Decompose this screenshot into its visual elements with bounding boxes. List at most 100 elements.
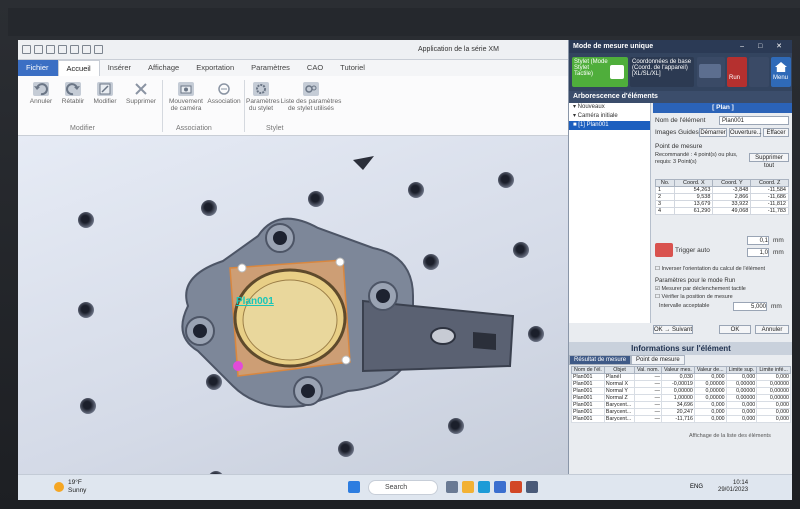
element-properties: [ Plan ] Nom de l'élément Plan001 Images… bbox=[653, 103, 792, 334]
touch-checkbox[interactable]: ☑ Mesurer par déclenchement tactile bbox=[655, 286, 746, 292]
cell: Plan001 bbox=[571, 387, 605, 395]
table-row[interactable]: 3 13,679 33,922 -11,812 bbox=[654, 200, 789, 208]
cell: 0,00000 bbox=[756, 380, 791, 388]
save-icon[interactable] bbox=[46, 45, 55, 54]
run-button[interactable]: Run bbox=[727, 57, 747, 87]
table-row[interactable]: 2 9,538 2,866 -11,686 bbox=[654, 193, 789, 201]
table-row[interactable]: Plan001 PlanéI —0,030 0,000 0,000 0,000 bbox=[571, 373, 791, 381]
table-row[interactable]: Plan001 Normal Y —0,00000 0,00000 0,00000 0,0… bbox=[571, 387, 791, 395]
tab-fichier[interactable]: Fichier bbox=[18, 60, 58, 76]
spec-field-1[interactable]: 0,1 bbox=[747, 236, 769, 245]
open-icon[interactable] bbox=[34, 45, 43, 54]
table-row[interactable]: Plan001 Barycent... — -11,716 0,000 0,000 0,00… bbox=[571, 415, 791, 423]
tab-accueil[interactable]: Accueil bbox=[57, 60, 100, 76]
measure-point[interactable] bbox=[341, 355, 351, 365]
menu-button[interactable]: Menu bbox=[771, 57, 791, 87]
help-icon[interactable] bbox=[94, 45, 103, 54]
weather-widget[interactable]: 19°F Sunny bbox=[68, 479, 86, 495]
invert-checkbox[interactable]: ☐ Inverser l'orientation du calcul de l'… bbox=[655, 266, 792, 272]
cell: Plan001 bbox=[571, 380, 605, 388]
cancel-button[interactable]: Annuler bbox=[755, 325, 789, 334]
tree-item-nouveaux[interactable]: ▾ Nouveaux bbox=[569, 103, 650, 112]
cell: 34,696 bbox=[660, 401, 695, 409]
tab-tutoriel[interactable]: Tutoriel bbox=[332, 60, 374, 76]
tree-header: Arborescence d'éléments bbox=[569, 91, 792, 103]
recommended-text: Recommandé : 4 point(s) ou plus, requis:… bbox=[655, 152, 738, 165]
run-label: Run bbox=[729, 75, 741, 81]
title-bar: Application de la série XM bbox=[18, 40, 568, 60]
tab-exportation[interactable]: Exportation bbox=[188, 60, 243, 76]
list-footer[interactable]: Affichage de la liste des éléments bbox=[689, 433, 771, 439]
stylus-params-button[interactable]: Paramètres du stylet bbox=[246, 82, 280, 112]
table-row[interactable]: Plan001 Normal Z —1,00000 0,00000 0,00000 0,0… bbox=[571, 394, 791, 402]
ok-button[interactable]: OK bbox=[719, 325, 751, 334]
trigger-icon[interactable] bbox=[655, 243, 673, 257]
undo-button[interactable]: Annuler bbox=[24, 82, 58, 105]
measure-point-active[interactable] bbox=[233, 361, 243, 371]
association-button[interactable]: Association bbox=[206, 82, 242, 105]
delete-all-button[interactable]: Supprimer tout bbox=[749, 153, 789, 169]
language-indicator[interactable]: ENG bbox=[690, 484, 703, 490]
tab-points[interactable]: Point de mesure bbox=[631, 355, 685, 365]
table-row[interactable]: Plan001 Normal X — -0,00019 0,00000 0,00000 0,… bbox=[571, 380, 791, 388]
cell: — bbox=[634, 394, 662, 402]
cell: -11,716 bbox=[660, 415, 695, 423]
delete-button[interactable]: Supprimer bbox=[124, 82, 158, 105]
coordinates-button[interactable]: Coordonnées de base (Coord. de l'apparei… bbox=[630, 57, 694, 87]
file-explorer-icon[interactable] bbox=[462, 481, 474, 493]
trigger-auto-label[interactable]: Trigger auto bbox=[675, 247, 710, 254]
element-label[interactable]: Plan001 bbox=[236, 296, 274, 307]
tab-affichage[interactable]: Affichage bbox=[140, 60, 188, 76]
tab-inserer[interactable]: Insérer bbox=[100, 60, 140, 76]
clear-button[interactable]: Effacer bbox=[763, 128, 789, 137]
name-field[interactable]: Plan001 bbox=[719, 116, 789, 125]
open-button[interactable]: Ouverture... bbox=[729, 128, 762, 137]
clock-date: 29/01/2023 bbox=[718, 487, 749, 493]
edit-label: Modifier bbox=[93, 98, 117, 105]
tab-parametres[interactable]: Paramètres bbox=[243, 60, 299, 76]
tab-cao[interactable]: CAO bbox=[299, 60, 332, 76]
undo-icon[interactable] bbox=[58, 45, 67, 54]
camera-move-button[interactable]: Mouvement de caméra bbox=[168, 82, 204, 112]
new-icon[interactable] bbox=[22, 45, 31, 54]
measure-point[interactable] bbox=[237, 263, 247, 273]
search-box[interactable]: Search bbox=[368, 480, 438, 495]
measure-point[interactable] bbox=[335, 257, 345, 267]
edit-button[interactable]: Modifier bbox=[88, 82, 122, 105]
stylus-list-button[interactable]: Liste des paramètres de stylet utilisés bbox=[278, 82, 344, 112]
ok-next-button[interactable]: OK → Suivant bbox=[653, 325, 693, 334]
monitor-top-edge bbox=[8, 8, 800, 36]
cell: -11,783 bbox=[750, 207, 789, 215]
office-icon[interactable] bbox=[510, 481, 522, 493]
table-row[interactable]: 4 61,290 49,068 -11,783 bbox=[654, 207, 789, 215]
tree-item-plan001[interactable]: ■ [1] Plan001 bbox=[569, 121, 650, 130]
start-icon[interactable] bbox=[348, 481, 360, 493]
verify-checkbox[interactable]: ☐ Vérifier la position de mesure bbox=[655, 294, 733, 300]
app-icon[interactable] bbox=[526, 481, 538, 493]
redo-button[interactable]: Rétablir bbox=[56, 82, 90, 105]
stylus-mode-button[interactable]: Stylet (Mode Stylet Tactile) bbox=[572, 57, 628, 87]
cell: 0,000 bbox=[756, 401, 791, 409]
manual-mode-button[interactable] bbox=[749, 57, 769, 87]
start-button[interactable]: Démarrer bbox=[699, 128, 727, 137]
camera-icon bbox=[699, 64, 721, 78]
cell: Barycent... bbox=[603, 408, 636, 416]
table-row[interactable]: 1 54,263 -3,848 -11,584 bbox=[654, 186, 789, 194]
interval-field[interactable]: 5,000 bbox=[733, 302, 767, 311]
redo-icon[interactable] bbox=[70, 45, 79, 54]
tab-results[interactable]: Résultat de mesure bbox=[569, 355, 632, 365]
cell: 0,000 bbox=[693, 373, 727, 381]
edge-icon[interactable] bbox=[478, 481, 490, 493]
camera-view-button[interactable] bbox=[697, 57, 725, 87]
camera-viewport[interactable]: Plan001 bbox=[18, 136, 568, 500]
spec-field-2[interactable]: 1,0 bbox=[747, 248, 769, 257]
task-view-icon[interactable] bbox=[446, 481, 458, 493]
table-row[interactable]: Plan001 Barycent... —20,247 0,000 0,000 0,000 bbox=[571, 408, 791, 416]
tree-item-camera[interactable]: ▾ Caméra initiale bbox=[569, 112, 650, 121]
clock[interactable]: 10:14 29/01/2023 bbox=[718, 480, 748, 494]
window-controls[interactable]: – □ ✕ bbox=[740, 42, 788, 50]
table-row[interactable]: Plan001 Barycent... —34,696 0,000 0,000 0,000 bbox=[571, 401, 791, 409]
cell: 0,00000 bbox=[693, 394, 727, 402]
print-icon[interactable] bbox=[82, 45, 91, 54]
store-icon[interactable] bbox=[494, 481, 506, 493]
